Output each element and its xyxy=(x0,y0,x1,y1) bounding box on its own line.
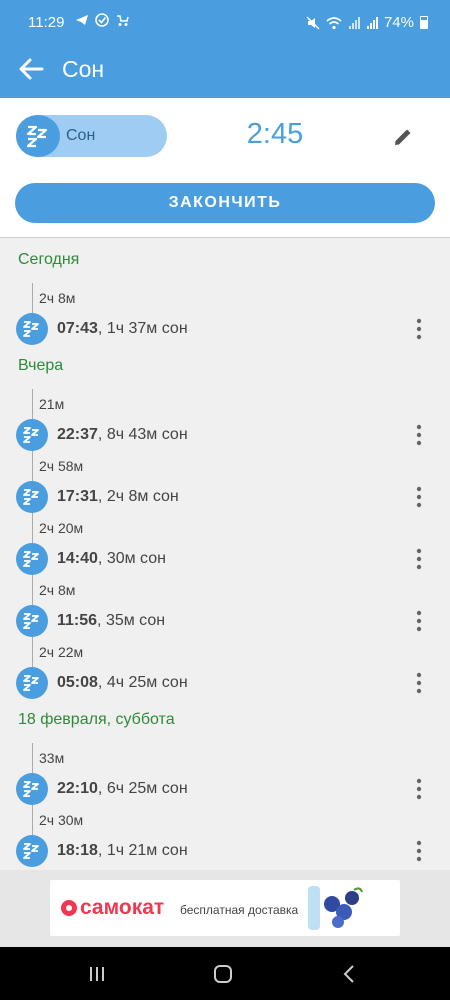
entry-duration: , 8ч 43м сон xyxy=(97,426,188,443)
signal-icon xyxy=(348,16,360,29)
app-bar: Сон xyxy=(0,44,450,98)
entry-time: 05:08 xyxy=(57,674,98,691)
entry-duration: , 35м сон xyxy=(97,612,166,629)
sleep-entry[interactable]: 07:43, 1ч 37м сон xyxy=(0,313,450,347)
entry-time: 07:43 xyxy=(57,320,98,337)
more-options-icon[interactable] xyxy=(410,670,428,696)
telegram-icon xyxy=(76,15,88,25)
battery-percent: 74% xyxy=(383,14,414,31)
sleep-zz-icon xyxy=(16,481,48,513)
more-options-icon[interactable] xyxy=(410,316,428,342)
entry-text: 14:40, 30м сон xyxy=(57,550,166,568)
status-bar: 11:29 74% xyxy=(0,0,450,44)
ad-tagline: бесплатная доставка xyxy=(180,903,299,917)
entry-text: 07:43, 1ч 37м сон xyxy=(57,320,188,338)
entry-duration: , 4ч 25м сон xyxy=(97,674,188,691)
home-icon[interactable] xyxy=(213,964,233,984)
wake-gap: 2ч 8м xyxy=(39,582,76,598)
more-options-icon[interactable] xyxy=(410,484,428,510)
entry-duration: , 2ч 8м сон xyxy=(97,488,179,505)
more-options-icon[interactable] xyxy=(410,838,428,864)
more-options-icon[interactable] xyxy=(410,422,428,448)
session-timer: 2:45 xyxy=(246,118,304,150)
entry-text: 18:18, 1ч 21м сон xyxy=(57,842,188,860)
entry-duration: , 1ч 21м сон xyxy=(97,842,188,859)
more-options-icon[interactable] xyxy=(410,608,428,634)
sleep-zz-icon xyxy=(16,313,48,345)
toggle-label: Сон xyxy=(66,127,96,144)
ad-area: самокат бесплатная доставка xyxy=(0,870,450,947)
entry-time: 22:37 xyxy=(57,426,98,443)
mute-icon xyxy=(306,16,320,29)
sleep-entry[interactable]: 22:10, 6ч 25м сон xyxy=(0,773,450,807)
entry-duration: , 30м сон xyxy=(97,550,166,567)
ad-brand: самокат xyxy=(80,896,165,919)
entry-time: 17:31 xyxy=(57,488,98,505)
wake-gap: 2ч 8м xyxy=(39,290,76,306)
day-header: Сегодня xyxy=(18,251,80,268)
status-time: 11:29 xyxy=(28,14,65,31)
sleep-entry[interactable]: 05:08, 4ч 25м сон xyxy=(0,667,450,701)
entry-text: 22:10, 6ч 25м сон xyxy=(57,780,188,798)
entry-time: 22:10 xyxy=(57,780,98,797)
stroller-icon xyxy=(117,15,129,26)
sleep-zz-icon xyxy=(16,835,48,867)
sleep-zz-icon xyxy=(16,667,48,699)
page-title: Сон xyxy=(62,56,105,82)
toggle-knob xyxy=(16,115,60,157)
entry-time: 14:40 xyxy=(57,550,98,567)
day-header: 18 февраля, суббота xyxy=(18,711,175,728)
ad-product-image xyxy=(308,886,363,930)
sleep-history-list: Сегодня 2ч 8м 07:43, 1ч 37м сон Вчера 21м 22:… xyxy=(0,239,450,869)
system-nav-bar xyxy=(0,947,450,1000)
wake-gap: 2ч 20м xyxy=(39,520,84,536)
sleep-entry[interactable]: 11:56, 35м сон xyxy=(0,605,450,639)
back-arrow-icon[interactable] xyxy=(16,54,46,84)
sleep-entry[interactable]: 18:18, 1ч 21м сон xyxy=(0,835,450,869)
signal-icon xyxy=(366,16,378,29)
entry-duration: , 6ч 25м сон xyxy=(97,780,188,797)
sleep-entry[interactable]: 14:40, 30м сон xyxy=(0,543,450,577)
more-options-icon[interactable] xyxy=(410,776,428,802)
battery-icon xyxy=(420,16,428,29)
more-options-icon[interactable] xyxy=(410,546,428,572)
wake-gap: 2ч 22м xyxy=(39,644,84,660)
entry-time: 18:18 xyxy=(57,842,98,859)
finish-button[interactable]: ЗАКОНЧИТЬ xyxy=(15,183,435,223)
notification-icons xyxy=(75,13,129,27)
back-nav-icon[interactable] xyxy=(342,964,356,984)
check-circle-icon xyxy=(95,13,109,27)
entry-text: 22:37, 8ч 43м сон xyxy=(57,426,188,444)
recent-apps-icon[interactable] xyxy=(88,965,106,983)
entry-text: 11:56, 35м сон xyxy=(57,612,165,630)
wifi-icon xyxy=(326,16,342,29)
day-header: Вчера xyxy=(18,357,64,374)
sleep-zz-icon xyxy=(16,605,48,637)
samokat-logo-icon xyxy=(61,900,77,916)
entry-duration: , 1ч 37м сон xyxy=(97,320,188,337)
wake-gap: 21м xyxy=(39,396,65,412)
entry-text: 05:08, 4ч 25м сон xyxy=(57,674,188,692)
entry-time: 11:56 xyxy=(57,612,98,629)
sleep-zz-icon xyxy=(26,125,48,148)
entry-text: 17:31, 2ч 8м сон xyxy=(57,488,179,506)
sleep-session-panel: Сон 2:45 ЗАКОНЧИТЬ xyxy=(0,98,450,238)
sleep-toggle[interactable]: Сон xyxy=(16,115,167,157)
sleep-zz-icon xyxy=(16,773,48,805)
sleep-zz-icon xyxy=(16,543,48,575)
ad-banner[interactable]: самокат бесплатная доставка xyxy=(50,880,400,936)
wake-gap: 2ч 58м xyxy=(39,458,84,474)
sleep-zz-icon xyxy=(16,419,48,451)
sleep-entry[interactable]: 22:37, 8ч 43м сон xyxy=(0,419,450,453)
wake-gap: 33м xyxy=(39,750,65,766)
sleep-entry[interactable]: 17:31, 2ч 8м сон xyxy=(0,481,450,515)
edit-icon[interactable] xyxy=(392,126,414,148)
wake-gap: 2ч 30м xyxy=(39,812,84,828)
